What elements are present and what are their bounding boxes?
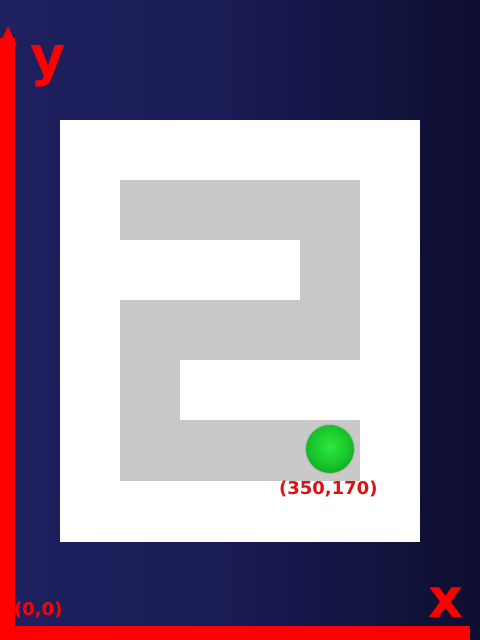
origin-label: (0,0) xyxy=(14,599,63,620)
green-ball-icon[interactable] xyxy=(306,425,354,473)
x-axis-label: x xyxy=(428,567,463,630)
y-axis-label: y xyxy=(30,25,66,88)
x-axis-line xyxy=(0,626,470,640)
y-axis-arrow-icon xyxy=(0,26,17,46)
ball-coordinate-label: (350,170) xyxy=(279,478,378,499)
y-axis-line xyxy=(0,38,15,640)
